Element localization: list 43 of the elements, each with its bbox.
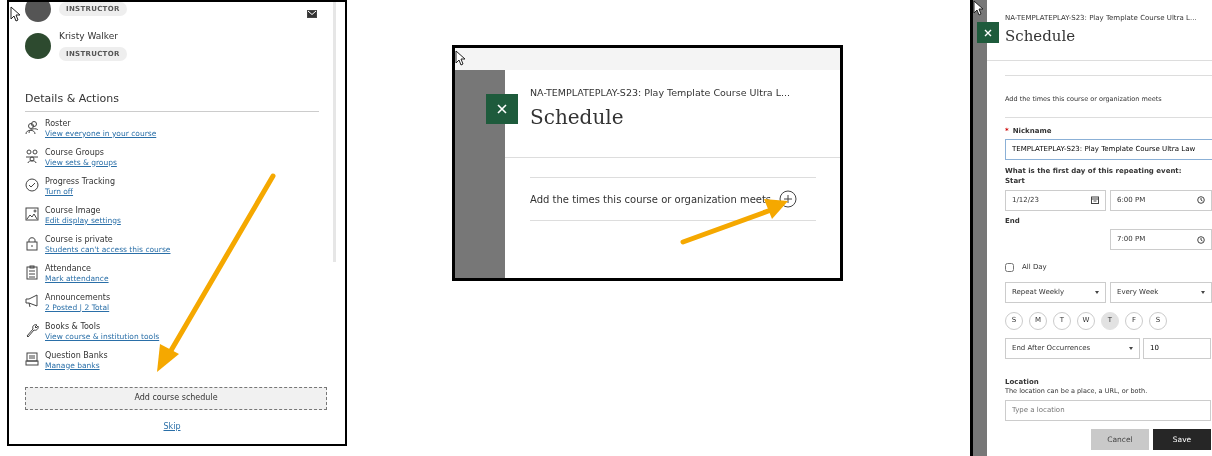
tray-icon (25, 351, 39, 367)
add-schedule-button[interactable]: Add course schedule (25, 386, 327, 410)
all-day-checkbox[interactable] (1005, 262, 1014, 272)
action-title: Progress Tracking (45, 175, 115, 187)
action-title: Attendance (45, 262, 91, 274)
panel-title: Schedule (530, 104, 625, 132)
avatar (25, 2, 51, 22)
action-title: Roster (45, 117, 71, 129)
cursor-icon (10, 6, 21, 22)
course-title: NA-TEMPLATEPLAY-S23: Play Template Course Ultra L... (530, 86, 791, 100)
check-circle-icon (25, 177, 39, 193)
action-title: Announcements (45, 291, 111, 303)
wrench-icon (25, 322, 39, 338)
action-title: Books & Tools (45, 320, 101, 332)
action-title: Question Banks (45, 349, 108, 361)
plus-circle-icon (779, 190, 798, 208)
caret-icon (1201, 290, 1205, 294)
caret-icon (1129, 346, 1133, 350)
image-icon (25, 206, 39, 222)
avatar (25, 32, 51, 59)
clock-icon (1197, 235, 1205, 244)
mail-icon (307, 10, 317, 18)
close-button[interactable] (977, 22, 999, 43)
skip-link[interactable]: Skip (163, 421, 181, 431)
clock-icon (1197, 196, 1205, 204)
close-icon (497, 104, 507, 114)
add-button[interactable] (779, 190, 798, 208)
section-heading: Details & Actions (25, 91, 319, 112)
action-title: Course is private (45, 233, 113, 245)
clipboard-icon (25, 264, 39, 280)
close-icon (984, 28, 992, 37)
caret-icon (1095, 290, 1099, 294)
lock-icon (25, 235, 39, 251)
action-title: Course Image (45, 204, 101, 216)
megaphone-icon (25, 293, 39, 309)
close-button[interactable] (486, 94, 518, 124)
group-icon (25, 148, 39, 164)
people-icon (25, 119, 39, 135)
member-name: Kristy Walker (59, 30, 118, 43)
action-title: Course Groups (45, 146, 104, 158)
calendar-icon (1091, 196, 1099, 204)
cursor-icon (973, 0, 984, 16)
panel-title: Schedule (1005, 25, 1077, 47)
